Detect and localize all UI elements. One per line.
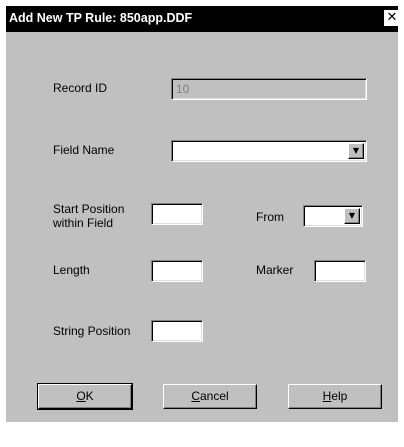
ok-label-rest: K [85,389,94,403]
ok-mnemonic: O [76,389,86,403]
close-icon[interactable]: ✕ [384,10,400,26]
marker-input[interactable] [314,260,366,282]
add-tp-rule-dialog: Add New TP Rule: 850app.DDF ✕ Record ID … [6,6,400,422]
marker-label: Marker [256,263,294,277]
field-name-combobox[interactable]: ▼ [171,140,367,162]
window-title: Add New TP Rule: 850app.DDF [9,11,193,25]
ok-button[interactable]: OK [37,383,133,410]
record-id-label: Record ID [53,81,108,95]
help-label-rest: elp [331,389,348,403]
length-label: Length [53,263,90,277]
cancel-button[interactable]: Cancel [163,384,257,409]
from-combobox[interactable]: ▼ [303,205,363,227]
string-position-label: String Position [53,324,131,338]
title-bar: Add New TP Rule: 850app.DDF ✕ [6,6,400,32]
dropdown-arrow-icon[interactable]: ▼ [344,208,360,224]
dropdown-arrow-icon[interactable]: ▼ [348,143,364,159]
length-input[interactable] [151,260,203,282]
cancel-mnemonic: C [191,389,200,403]
string-position-input[interactable] [151,320,203,342]
from-label: From [256,210,284,224]
cancel-label-rest: ancel [199,389,229,403]
start-position-label-line1: Start Position [53,202,125,216]
field-name-label: Field Name [53,143,115,157]
start-position-label-line2: within Field [53,216,114,230]
start-position-input[interactable] [151,203,203,225]
record-id-field: 10 [171,78,367,100]
help-button[interactable]: Help [288,384,382,409]
